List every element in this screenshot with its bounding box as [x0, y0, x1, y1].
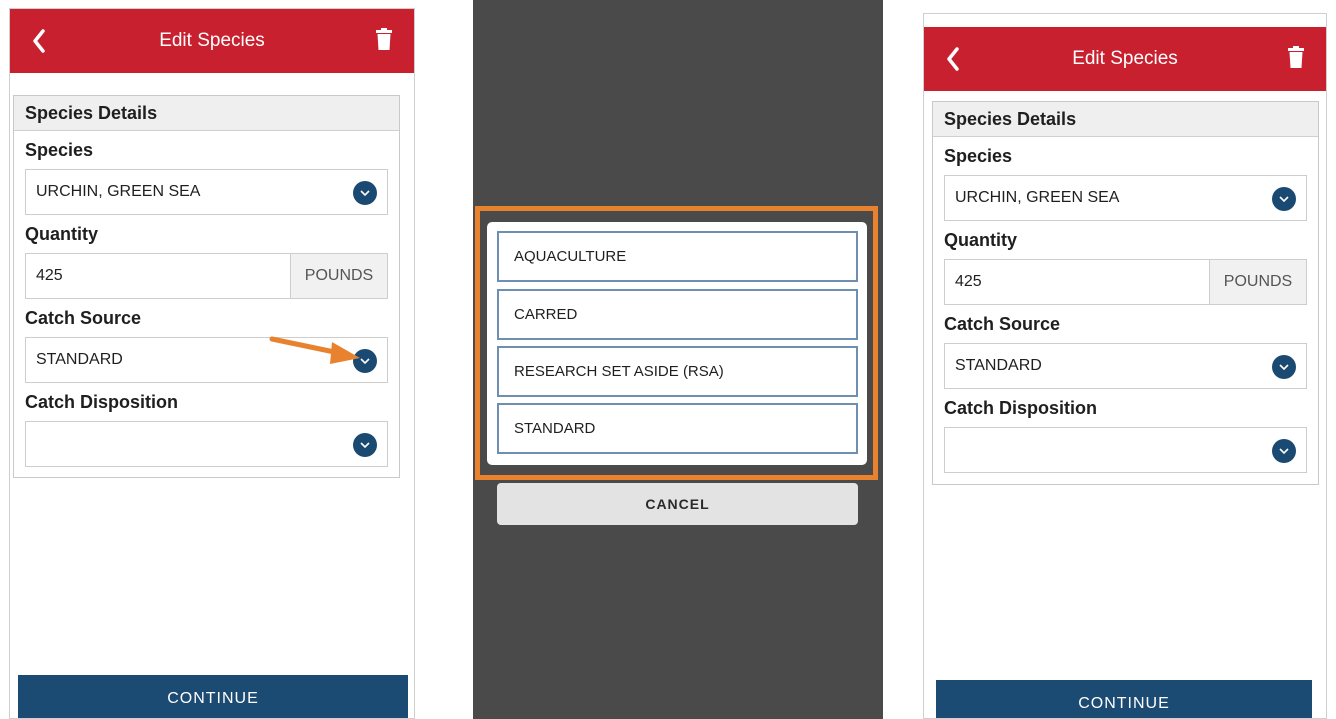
species-details-card: Species Details Species URCHIN, GREEN SE…: [13, 95, 400, 478]
catch-disposition-select[interactable]: [944, 427, 1307, 473]
catch-disposition-label: Catch Disposition: [944, 398, 1098, 418]
quantity-label: Quantity: [944, 230, 1018, 250]
section-title: Species Details: [14, 96, 399, 131]
quantity-field[interactable]: 425 POUNDS: [25, 253, 388, 299]
catch-source-select[interactable]: STANDARD: [944, 343, 1307, 389]
continue-button[interactable]: CONTINUE: [936, 680, 1312, 718]
app-header: Edit Species: [10, 9, 414, 73]
catch-source-label: Catch Source: [944, 314, 1061, 334]
species-value: URCHIN, GREEN SEA: [36, 183, 201, 200]
chevron-left-icon: [947, 47, 959, 71]
section-title: Species Details: [933, 102, 1318, 137]
quantity-input[interactable]: 425: [945, 260, 1209, 304]
species-label: Species: [944, 146, 1013, 166]
app-header: Edit Species: [924, 27, 1326, 91]
catch-source-label: Catch Source: [25, 308, 142, 328]
continue-button[interactable]: CONTINUE: [18, 675, 408, 718]
picker-option-standard[interactable]: STANDARD: [497, 403, 858, 454]
picker-option-rsa[interactable]: RESEARCH SET ASIDE (RSA): [497, 346, 858, 397]
quantity-input[interactable]: 425: [26, 254, 290, 298]
page-title: Edit Species: [159, 30, 265, 51]
quantity-unit: POUNDS: [290, 254, 387, 298]
back-button[interactable]: [24, 23, 54, 59]
species-label: Species: [25, 140, 94, 160]
chevron-down-icon[interactable]: [1272, 187, 1296, 211]
chevron-down-icon[interactable]: [353, 181, 377, 205]
right-screen: Edit Species Species Details Species URC…: [923, 13, 1327, 719]
species-value: URCHIN, GREEN SEA: [955, 189, 1120, 206]
catch-source-value: STANDARD: [36, 351, 123, 368]
arrow-annotation-icon: [269, 336, 360, 364]
quantity-unit: POUNDS: [1209, 260, 1306, 304]
quantity-field[interactable]: 425 POUNDS: [944, 259, 1307, 305]
quantity-label: Quantity: [25, 224, 99, 244]
catch-disposition-label: Catch Disposition: [25, 392, 179, 412]
catch-disposition-select[interactable]: [25, 421, 388, 467]
delete-button[interactable]: [1288, 46, 1308, 72]
trash-icon: [1288, 46, 1304, 68]
delete-button[interactable]: [376, 28, 396, 54]
page-title: Edit Species: [1072, 48, 1178, 69]
species-details-card: Species Details Species URCHIN, GREEN SE…: [932, 101, 1319, 485]
picker-option-aquaculture[interactable]: AQUACULTURE: [497, 231, 858, 282]
trash-icon: [376, 28, 392, 50]
chevron-down-icon[interactable]: [1272, 355, 1296, 379]
chevron-left-icon: [33, 29, 45, 53]
species-select[interactable]: URCHIN, GREEN SEA: [25, 169, 388, 215]
back-button[interactable]: [938, 41, 968, 77]
picker-option-carred[interactable]: CARRED: [497, 289, 858, 340]
chevron-down-icon[interactable]: [1272, 439, 1296, 463]
catch-source-value: STANDARD: [955, 357, 1042, 374]
species-select[interactable]: URCHIN, GREEN SEA: [944, 175, 1307, 221]
chevron-down-icon[interactable]: [353, 433, 377, 457]
cancel-button[interactable]: CANCEL: [497, 483, 858, 525]
